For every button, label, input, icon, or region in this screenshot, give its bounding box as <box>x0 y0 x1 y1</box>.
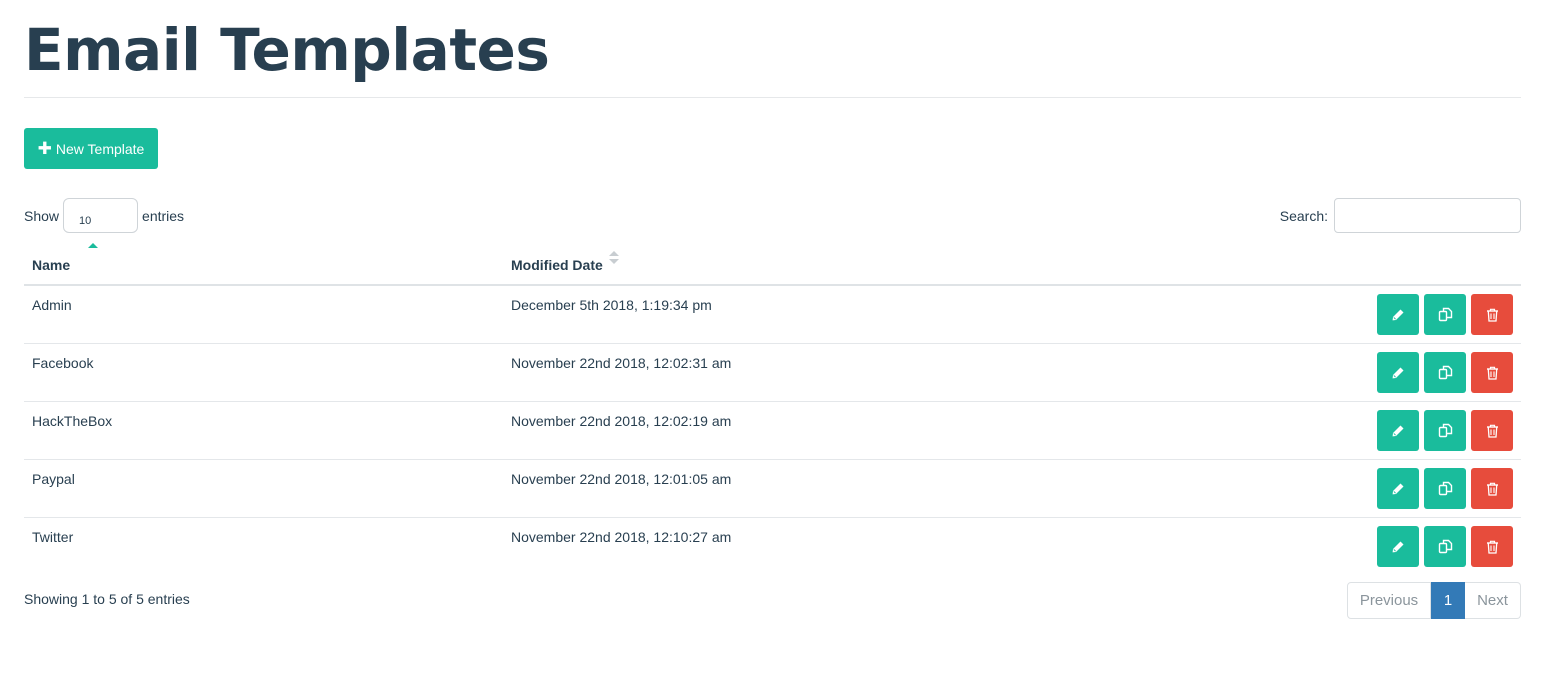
entries-length-select[interactable]: 10 <box>63 198 139 233</box>
table-row: Paypal November 22nd 2018, 12:01:05 am <box>24 460 1521 518</box>
edit-icon <box>1392 309 1404 320</box>
table-row: HackTheBox November 22nd 2018, 12:02:19 … <box>24 402 1521 460</box>
table-body: Admin December 5th 2018, 1:19:34 pm Face… <box>24 286 1521 575</box>
row-actions <box>1372 526 1513 567</box>
templates-table: Name Modified Date Admin December 5th 20… <box>24 243 1521 575</box>
row-actions <box>1372 468 1513 509</box>
table-row: Twitter November 22nd 2018, 12:10:27 am <box>24 518 1521 575</box>
trash-icon <box>1486 308 1498 322</box>
column-header-label: Modified Date <box>511 257 603 273</box>
trash-icon <box>1486 424 1498 438</box>
previous-page-button[interactable]: Previous <box>1347 582 1431 619</box>
plus-icon: ✚ <box>37 139 52 158</box>
template-modified-date: November 22nd 2018, 12:02:19 am <box>511 413 732 429</box>
edit-icon <box>1392 425 1404 436</box>
row-actions <box>1372 352 1513 393</box>
copy-icon <box>1438 423 1452 438</box>
template-name: Facebook <box>32 355 94 371</box>
copy-button[interactable] <box>1424 410 1466 451</box>
copy-icon <box>1438 481 1452 496</box>
template-name: Twitter <box>32 529 74 545</box>
entries-label: entries <box>142 207 185 224</box>
table-row: Facebook November 22nd 2018, 12:02:31 am <box>24 344 1521 402</box>
edit-icon <box>1392 483 1404 494</box>
template-modified-date: November 22nd 2018, 12:02:31 am <box>511 355 732 371</box>
search-input[interactable] <box>1334 198 1521 233</box>
copy-button[interactable] <box>1424 526 1466 567</box>
sort-ascending-icon <box>88 243 98 248</box>
new-template-button[interactable]: ✚ New Template <box>24 128 158 169</box>
entries-length-value: 10 <box>79 215 92 227</box>
search-label: Search: <box>1279 207 1328 224</box>
delete-button[interactable] <box>1471 526 1513 567</box>
delete-button[interactable] <box>1471 352 1513 393</box>
column-header-name[interactable]: Name <box>32 243 98 273</box>
copy-icon <box>1438 365 1452 380</box>
edit-button[interactable] <box>1377 410 1419 451</box>
show-label: Show <box>24 207 60 224</box>
trash-icon <box>1486 540 1498 554</box>
title-divider <box>24 97 1521 98</box>
table-info: Showing 1 to 5 of 5 entries <box>24 591 190 607</box>
edit-icon <box>1392 541 1404 552</box>
new-template-label: New Template <box>55 140 145 157</box>
table-header: Name Modified Date <box>24 243 1521 286</box>
delete-button[interactable] <box>1471 294 1513 335</box>
template-name: Paypal <box>32 471 75 487</box>
copy-button[interactable] <box>1424 468 1466 509</box>
column-header-label: Name <box>32 257 71 273</box>
edit-button[interactable] <box>1377 294 1419 335</box>
template-name: Admin <box>32 297 72 313</box>
copy-button[interactable] <box>1424 294 1466 335</box>
trash-icon <box>1486 366 1498 380</box>
table-row: Admin December 5th 2018, 1:19:34 pm <box>24 286 1521 344</box>
edit-button[interactable] <box>1377 526 1419 567</box>
column-header-modified-date[interactable]: Modified Date <box>511 251 619 273</box>
template-modified-date: November 22nd 2018, 12:01:05 am <box>511 471 732 487</box>
row-actions <box>1372 294 1513 335</box>
copy-button[interactable] <box>1424 352 1466 393</box>
delete-button[interactable] <box>1471 410 1513 451</box>
template-name: HackTheBox <box>32 413 113 429</box>
trash-icon <box>1486 482 1498 496</box>
search-control: Search: <box>1280 198 1521 233</box>
edit-button[interactable] <box>1377 352 1419 393</box>
edit-button[interactable] <box>1377 468 1419 509</box>
next-page-button[interactable]: Next <box>1465 582 1521 619</box>
template-modified-date: December 5th 2018, 1:19:34 pm <box>511 297 712 313</box>
delete-button[interactable] <box>1471 468 1513 509</box>
entries-length-control: Show 10 entries <box>24 198 184 233</box>
page-1-button[interactable]: 1 <box>1431 582 1465 619</box>
sort-both-icon <box>608 251 619 267</box>
row-actions <box>1372 410 1513 451</box>
template-modified-date: November 22nd 2018, 12:10:27 am <box>511 529 732 545</box>
edit-icon <box>1392 367 1404 378</box>
copy-icon <box>1438 539 1452 554</box>
email-templates-page: Email Templates ✚ New Template Show 10 e… <box>0 0 1545 695</box>
copy-icon <box>1438 307 1452 322</box>
page-title: Email Templates <box>24 16 550 84</box>
pagination: Previous 1 Next <box>1347 582 1521 619</box>
